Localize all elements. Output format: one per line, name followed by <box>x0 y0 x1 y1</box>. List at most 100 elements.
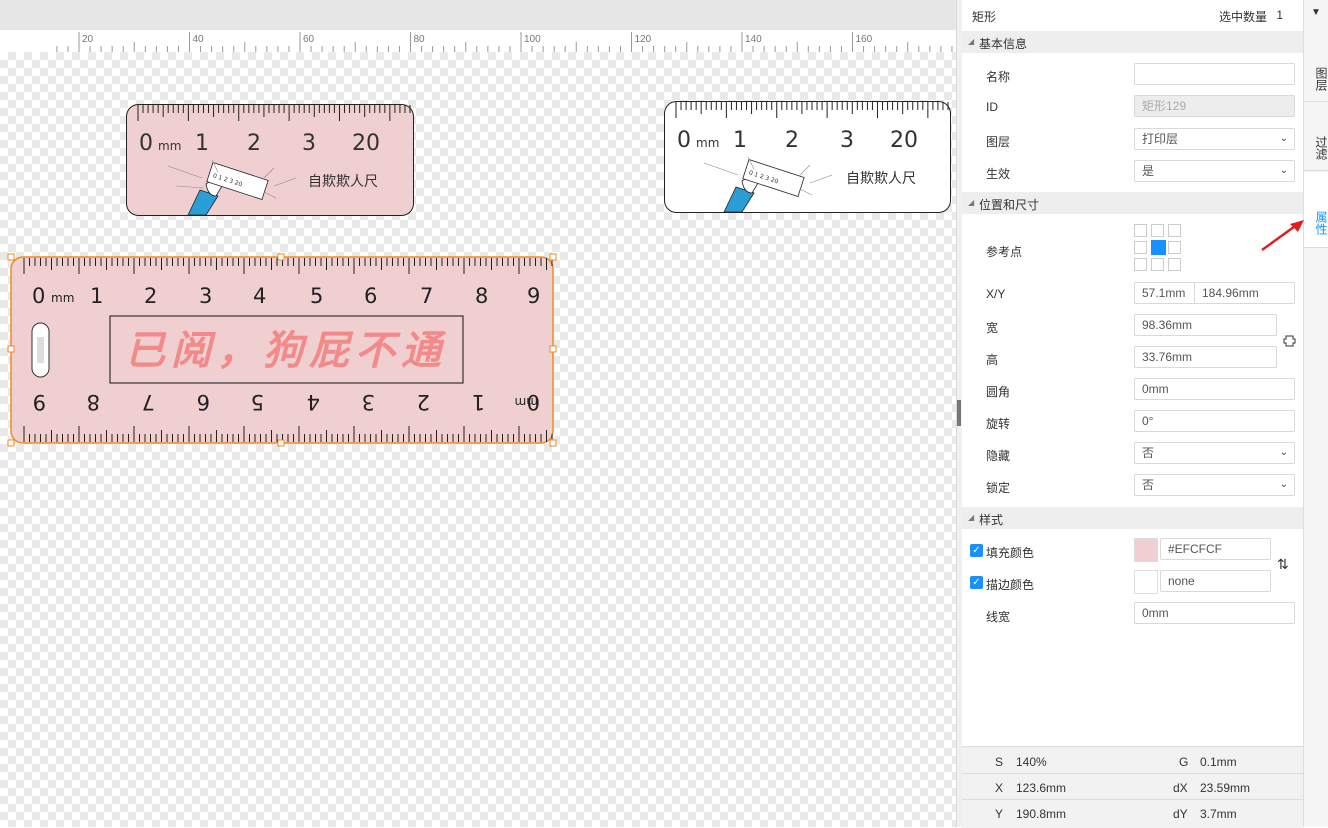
ruler-number: 1 <box>472 390 485 414</box>
ref-cell-selected[interactable] <box>1151 240 1166 255</box>
fill-color-swatch[interactable] <box>1134 538 1158 562</box>
selected-count-label: 选中数量 <box>1218 10 1267 24</box>
right-tab-strip: ▼ 图层 过滤 属性 <box>1303 0 1328 827</box>
stroke-checkbox[interactable]: ✓ <box>970 576 983 589</box>
fill-color-input[interactable]: #EFCFCF <box>1160 538 1271 560</box>
ruler-number: 0 <box>32 284 45 308</box>
ruler-number: 5 <box>251 390 264 414</box>
section-style[interactable]: ◢ 样式 <box>962 507 1303 529</box>
ruler-number: 1 <box>90 284 103 308</box>
ruler-number: 0 <box>139 131 153 156</box>
ruler-number: 2 <box>417 390 430 414</box>
section-basic-info[interactable]: ◢ 基本信息 <box>962 31 1303 53</box>
ref-cell[interactable] <box>1134 258 1147 271</box>
layer-select[interactable]: 打印层 ⌄ <box>1134 128 1295 150</box>
ruler-graphic-outline[interactable]: 0 mm 1 2 3 20 自欺欺人尺 0 1 2 3 20 <box>664 101 954 215</box>
hidden-select[interactable]: 否 ⌄ <box>1134 442 1295 464</box>
ruler-number: 3 <box>362 390 375 414</box>
ruler-number: 3 <box>840 128 854 153</box>
ref-cell[interactable] <box>1134 241 1147 254</box>
hidden-label: 隐藏 <box>986 449 1011 463</box>
lock-label: 锁定 <box>986 481 1011 495</box>
xy-label: X/Y <box>986 287 1006 301</box>
effective-select[interactable]: 是 ⌄ <box>1134 160 1295 182</box>
status-bar: S 140% G 0.1mm X 123.6mm dX 23.59mm Y 19… <box>962 746 1303 828</box>
fill-checkbox[interactable]: ✓ <box>970 544 983 557</box>
calligraphy-text: 已阅，狗屁不通 <box>125 327 447 374</box>
panel-header: 矩形 选中数量 1 <box>962 0 1303 30</box>
ruler-number: 5 <box>310 284 323 308</box>
section-title: 基本信息 <box>979 37 1028 51</box>
width-input[interactable]: 98.36mm <box>1134 314 1277 336</box>
tab-filter[interactable]: 过滤 <box>1304 103 1328 171</box>
unit-label: mm <box>158 139 181 153</box>
selected-count: 1 <box>1276 8 1283 22</box>
status-key: G <box>1179 755 1189 769</box>
chevron-down-icon: ⌄ <box>1279 133 1288 144</box>
panel-title: 矩形 <box>972 10 997 24</box>
ruler-label: 80 <box>414 34 426 45</box>
rotate-input[interactable]: 0° <box>1134 410 1295 432</box>
y-input[interactable]: 184.96mm <box>1194 282 1295 304</box>
unit-label: mm <box>51 291 74 305</box>
status-key: dY <box>1173 807 1188 821</box>
tab-layers[interactable]: 图层 <box>1304 34 1328 102</box>
horizontal-ruler: 20 40 60 80 100 120 140 160 <box>0 30 956 53</box>
width-label: 宽 <box>986 321 999 335</box>
tab-label: 图层 <box>1314 66 1328 91</box>
canvas-toolbar <box>0 0 956 30</box>
ref-cell[interactable] <box>1168 224 1181 237</box>
status-key: S <box>995 755 1004 769</box>
hidden-value: 否 <box>1142 446 1155 460</box>
ruler-number: 6 <box>364 284 377 308</box>
radius-input[interactable]: 0mm <box>1134 378 1295 400</box>
stroke-color-swatch[interactable] <box>1134 570 1158 594</box>
swap-colors-icon[interactable]: ⇅ <box>1277 556 1289 573</box>
splitter-grip[interactable] <box>957 400 961 426</box>
name-input[interactable] <box>1134 63 1295 85</box>
lock-select[interactable]: 否 ⌄ <box>1134 474 1295 496</box>
ref-cell[interactable] <box>1168 241 1181 254</box>
selected-ruler-rectangle[interactable]: 0 mm 123456789 9876543210 mm 已阅，狗屁不通 <box>6 253 558 449</box>
status-key: X <box>995 781 1004 795</box>
dy-value: 3.7mm <box>1200 807 1237 821</box>
line-width-input[interactable]: 0mm <box>1134 602 1295 624</box>
section-title: 位置和尺寸 <box>979 198 1040 212</box>
ruler-graphic-filled[interactable]: 0 mm 1 2 3 20 自欺欺人尺 0 1 2 3 20 <box>126 104 416 218</box>
ref-cell[interactable] <box>1134 224 1147 237</box>
line-width-label: 线宽 <box>986 610 1011 624</box>
ruler-number: 1 <box>195 131 209 156</box>
properties-panel: 矩形 选中数量 1 ◢ 基本信息 名称 ID 矩形129 图层 打印层 ⌄ 生效 … <box>962 0 1303 828</box>
ref-cell[interactable] <box>1151 224 1164 237</box>
height-input[interactable]: 33.76mm <box>1134 346 1277 368</box>
radius-label: 圆角 <box>986 385 1011 399</box>
reference-point-grid[interactable] <box>1134 224 1186 276</box>
ruler-number: 2 <box>785 128 799 153</box>
ref-cell[interactable] <box>1151 258 1164 271</box>
ruler-number: 9 <box>527 284 540 308</box>
aspect-lock-icon[interactable] <box>1282 333 1298 349</box>
pin-icon[interactable]: ▼ <box>1304 0 1328 26</box>
ruler-caption: 自欺欺人尺 <box>308 174 378 190</box>
collapse-icon: ◢ <box>968 198 975 207</box>
ref-cell[interactable] <box>1168 258 1181 271</box>
ruler-number: 3 <box>302 131 316 156</box>
ruler-number: 7 <box>420 284 433 308</box>
ruler-label: 100 <box>524 34 541 45</box>
ruler-number: 4 <box>253 284 266 308</box>
collapse-icon: ◢ <box>968 37 975 46</box>
ruler-number: 8 <box>475 284 488 308</box>
ruler-number: 6 <box>197 390 210 414</box>
ruler-number: 1 <box>733 128 747 153</box>
status-key: dX <box>1173 781 1188 795</box>
ruler-label: 20 <box>82 34 94 45</box>
section-position-size[interactable]: ◢ 位置和尺寸 <box>962 192 1303 214</box>
annotation-arrow <box>1261 220 1304 252</box>
ruler-number: 9 <box>33 390 46 414</box>
stroke-color-input[interactable]: none <box>1160 570 1271 592</box>
dx-value: 23.59mm <box>1200 781 1251 795</box>
canvas-area[interactable]: 20 40 60 80 100 120 140 160 0 mm 1 2 3 20 自欺欺人尺… <box>0 0 956 827</box>
collapse-icon: ◢ <box>968 513 975 522</box>
scale-value: 140% <box>1016 755 1047 769</box>
lock-value: 否 <box>1142 478 1155 492</box>
